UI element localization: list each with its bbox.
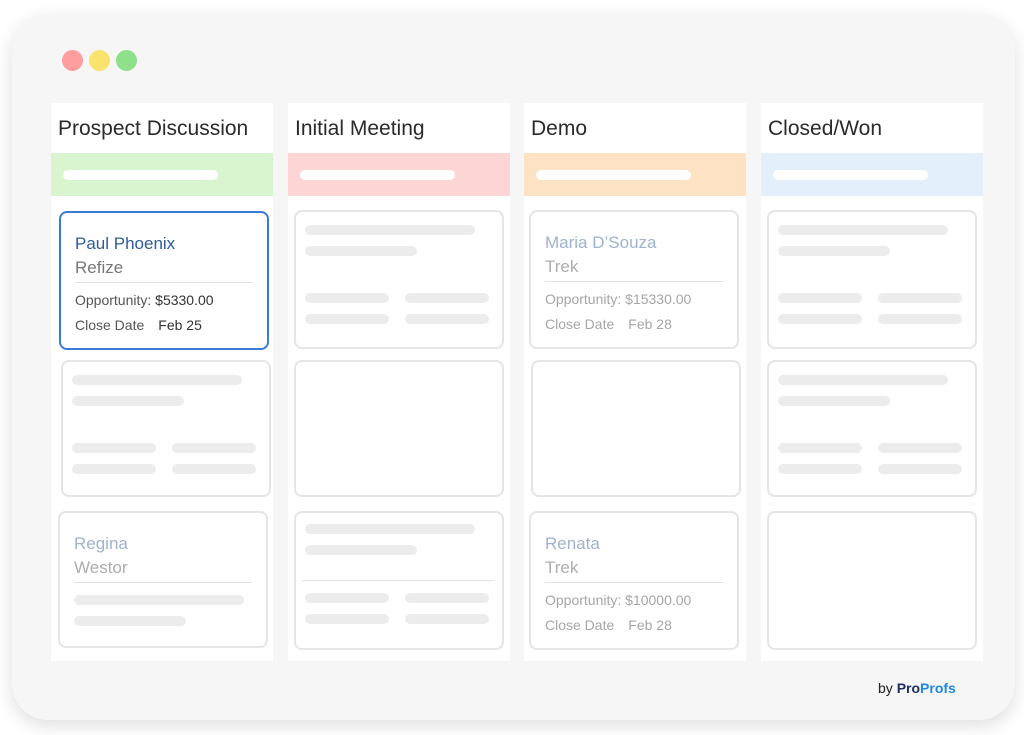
placeholder-line	[172, 464, 256, 474]
placeholder-line	[878, 293, 962, 303]
placeholder-line	[778, 293, 862, 303]
card-divider	[545, 582, 723, 583]
placeholder-line	[878, 443, 962, 453]
opportunity-row: Opportunity: $10000.00	[545, 592, 691, 608]
column-prospect-discussion: Prospect Discussion Paul Phoenix Refize …	[51, 103, 273, 661]
column-title: Closed/Won	[768, 117, 883, 140]
contact-name: Regina	[74, 534, 128, 553]
placeholder-line	[305, 246, 417, 256]
close-date-value: Feb 28	[628, 617, 672, 633]
column-header-band	[288, 153, 510, 196]
column-header-band	[524, 153, 746, 196]
placeholder-line	[878, 464, 962, 474]
band-placeholder	[773, 170, 928, 180]
placeholder-line	[72, 443, 156, 453]
placeholder-line	[878, 314, 962, 324]
close-date-label: Close Date	[75, 317, 145, 333]
close-date-value: Feb 25	[158, 317, 202, 333]
opportunity-row: Opportunity: $15330.00	[545, 291, 691, 307]
placeholder-line	[778, 375, 948, 385]
window-minimize-button[interactable]	[89, 50, 110, 71]
brand-pro: Pro	[896, 680, 921, 696]
placeholder-line	[405, 314, 489, 324]
placeholder-line	[72, 464, 156, 474]
close-date-row: Close Date Feb 28	[545, 617, 672, 633]
opportunity-value: $10000.00	[625, 592, 692, 608]
placeholder-line	[305, 293, 389, 303]
proprofs-logo: by ProProfs	[878, 680, 956, 696]
placeholder-card[interactable]	[294, 210, 504, 349]
deal-card-renata[interactable]: Renata Trek Opportunity: $10000.00 Close…	[529, 511, 739, 650]
placeholder-line	[778, 246, 890, 256]
band-placeholder	[63, 170, 218, 180]
card-divider	[302, 580, 494, 581]
placeholder-line	[778, 314, 862, 324]
opportunity-label: Opportunity:	[545, 291, 622, 307]
placeholder-card[interactable]	[294, 360, 504, 497]
column-header-band	[761, 153, 983, 196]
placeholder-line	[72, 396, 184, 406]
opportunity-value: $15330.00	[625, 291, 692, 307]
close-date-label: Close Date	[545, 316, 615, 332]
placeholder-line	[72, 375, 242, 385]
contact-name: Paul Phoenix	[75, 234, 176, 253]
placeholder-line	[405, 593, 489, 603]
column-closed-won: Closed/Won	[761, 103, 983, 661]
placeholder-line	[305, 593, 389, 603]
company-name: Trek	[545, 558, 579, 577]
close-date-row: Close Date Feb 25	[75, 317, 202, 333]
contact-name: Maria D’Souza	[545, 233, 657, 252]
card-divider	[74, 582, 252, 583]
opportunity-label: Opportunity:	[545, 592, 622, 608]
column-title: Prospect Discussion	[58, 117, 249, 140]
band-placeholder	[536, 170, 691, 180]
opportunity-row: Opportunity: $5330.00	[75, 292, 214, 308]
placeholder-line	[305, 314, 389, 324]
placeholder-line	[778, 443, 862, 453]
placeholder-line	[74, 595, 244, 605]
deal-card-paul-phoenix[interactable]: Paul Phoenix Refize Opportunity: $5330.0…	[59, 211, 269, 350]
close-date-label: Close Date	[545, 617, 615, 633]
company-name: Trek	[545, 257, 579, 276]
placeholder-card[interactable]	[767, 511, 977, 650]
placeholder-card[interactable]	[767, 360, 977, 497]
column-demo: Demo Maria D’Souza Trek Opportunity: $15…	[524, 103, 746, 661]
deal-card-regina[interactable]: Regina Westor	[58, 511, 268, 648]
placeholder-line	[172, 443, 256, 453]
close-date-row: Close Date Feb 28	[545, 316, 672, 332]
column-title: Initial Meeting	[295, 117, 425, 140]
placeholder-card[interactable]	[767, 210, 977, 349]
placeholder-card[interactable]	[294, 511, 504, 650]
placeholder-line	[305, 524, 475, 534]
brand-by: by	[878, 680, 893, 696]
placeholder-line	[74, 616, 186, 626]
window-maximize-button[interactable]	[116, 50, 137, 71]
company-name: Refize	[75, 258, 124, 277]
window-close-button[interactable]	[62, 50, 83, 71]
column-title: Demo	[531, 117, 588, 140]
placeholder-line	[305, 545, 417, 555]
band-placeholder	[300, 170, 455, 180]
placeholder-card[interactable]	[531, 360, 741, 497]
placeholder-line	[405, 293, 489, 303]
placeholder-line	[405, 614, 489, 624]
brand-profs: Profs	[920, 680, 956, 696]
column-initial-meeting: Initial Meeting	[288, 103, 510, 661]
card-divider	[75, 282, 253, 283]
deal-card-maria-dsouza[interactable]: Maria D’Souza Trek Opportunity: $15330.0…	[529, 210, 739, 349]
company-name: Westor	[74, 558, 128, 577]
placeholder-card[interactable]	[61, 360, 271, 497]
opportunity-label: Opportunity:	[75, 292, 152, 308]
opportunity-value: $5330.00	[155, 292, 214, 308]
placeholder-line	[778, 464, 862, 474]
placeholder-line	[778, 396, 890, 406]
placeholder-line	[305, 614, 389, 624]
card-divider	[545, 281, 723, 282]
placeholder-line	[305, 225, 475, 235]
close-date-value: Feb 28	[628, 316, 672, 332]
column-header-band	[51, 153, 273, 196]
placeholder-line	[778, 225, 948, 235]
contact-name: Renata	[545, 534, 600, 553]
